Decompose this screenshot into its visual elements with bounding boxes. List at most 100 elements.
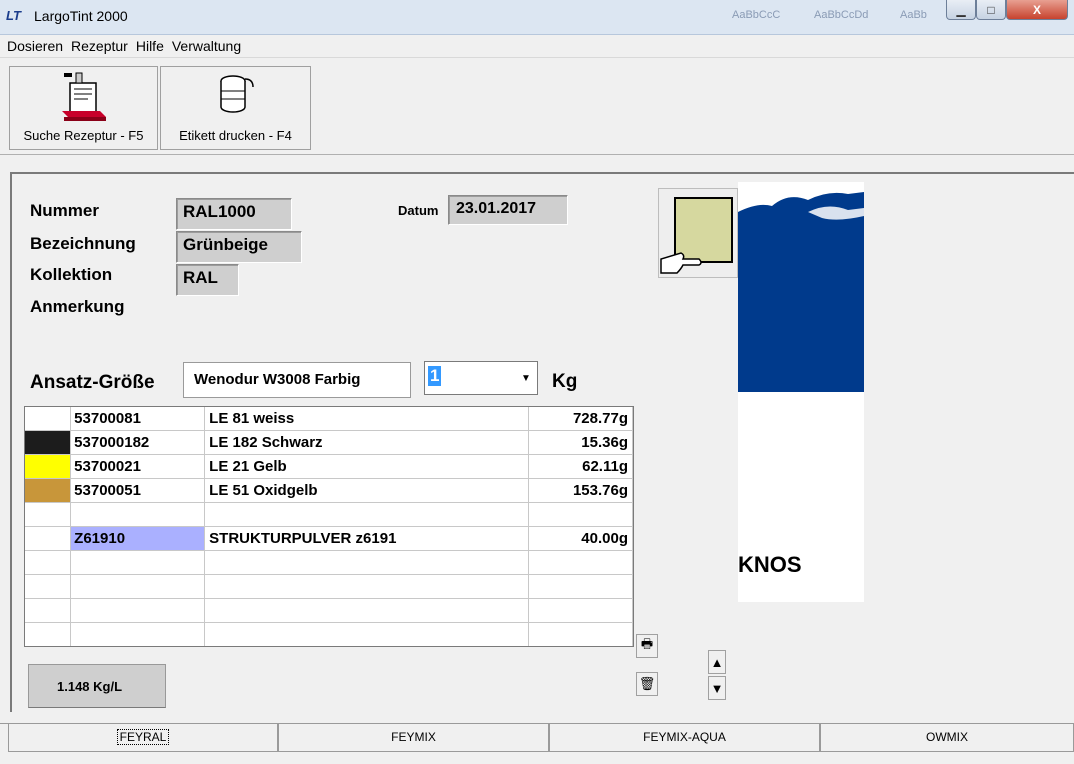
table-row[interactable] [25,574,633,599]
kollektion-value: RAL [176,264,239,296]
datum-value: 23.01.2017 [448,195,568,225]
toolbar-separator [0,154,1074,155]
tab-owmix[interactable]: OWMIX [820,724,1074,752]
menu-verwaltung[interactable]: Verwaltung [168,35,245,57]
ingredient-grid: 53700081 LE 81 weiss 728.77g 537000182 LE 18… [25,407,633,646]
colorant-swatch [25,478,72,503]
colorant-name: LE 51 Oxidgelb [204,478,529,503]
brand-logo-panel: KNOS [738,182,864,602]
color-swatch [660,197,733,274]
tab-bar: FEYRAL FEYMIX FEYMIX-AQUA OWMIX [0,724,1074,754]
tab-feyral[interactable]: FEYRAL [8,724,278,752]
menu-rezeptur[interactable]: Rezeptur [67,35,132,57]
ansatz-size-label: Ansatz-Größe [30,372,155,393]
colorant-name [204,550,529,575]
tab-feymix-aqua[interactable]: FEYMIX-AQUA [549,724,820,752]
colorant-amount: 728.77g [528,407,633,431]
menu-dosieren[interactable]: Dosieren [0,35,67,57]
table-row[interactable]: 53700021 LE 21 Gelb 62.11g [25,454,633,479]
table-row[interactable] [25,550,633,575]
print-icon[interactable]: 🖶 [636,634,658,658]
colorant-amount: 15.36g [528,430,633,455]
colorant-name: LE 21 Gelb [204,454,529,479]
toolbar: Suche Rezeptur - F5 Etikett drucken - F4 [0,58,1074,152]
table-row[interactable] [25,622,633,646]
minimize-button[interactable]: ▁ [946,0,976,20]
colorant-code [70,622,206,646]
close-button[interactable]: X [1006,0,1068,20]
ingredient-table: 53700081 LE 81 weiss 728.77g 537000182 LE 18… [24,406,634,647]
table-row[interactable]: 53700051 LE 51 Oxidgelb 153.76g [25,478,633,503]
logo-wave-graphic [738,182,864,220]
table-row[interactable] [25,502,633,527]
table-row[interactable] [25,598,633,623]
colorant-swatch [25,598,72,623]
title-bar: LT LargoTint 2000 AaBbCcC AaBbCcDd AaBb … [0,0,1074,35]
colorant-name: LE 182 Schwarz [204,430,529,455]
table-row[interactable]: Z61910 STRUKTURPULVER z6191 40.00g [25,526,633,551]
density-button[interactable]: 1.148 Kg/L [28,664,166,708]
colorant-amount [528,550,633,575]
quantity-select[interactable]: 1 ▼ [424,361,538,395]
print-label-button[interactable]: Etikett drucken - F4 [160,66,311,150]
search-recipe-button[interactable]: Suche Rezeptur - F5 [9,66,158,150]
scroll-up-button[interactable]: ▲ [708,650,726,674]
colorant-swatch [25,622,72,646]
search-recipe-label: Suche Rezeptur - F5 [23,128,144,143]
colorant-amount [528,574,633,599]
unit-label: Kg [552,371,578,392]
ansatz-product-button[interactable]: Wenodur W3008 Farbig [183,362,411,398]
nummer-value: RAL1000 [176,198,292,230]
maximize-button[interactable]: □ [976,0,1006,20]
app-logo: LT [6,8,21,23]
nummer-label: Nummer [30,201,99,220]
menu-hilfe[interactable]: Hilfe [132,35,168,57]
datum-label: Datum [398,203,439,218]
table-row[interactable]: 537000182 LE 182 Schwarz 15.36g [25,430,633,455]
bezeichnung-label: Bezeichnung [30,234,136,253]
colorant-code [70,550,206,575]
brand-logo-text: KNOS [738,552,802,577]
trash-icon[interactable]: 🗑 [636,672,658,696]
logo-blue-block [738,182,864,392]
table-row[interactable]: 53700081 LE 81 weiss 728.77g [25,407,633,431]
print-label-label: Etikett drucken - F4 [179,128,292,143]
window-title: LargoTint 2000 [34,8,128,24]
colorant-swatch [25,454,72,479]
anmerkung-label: Anmerkung [30,297,125,316]
colorant-name [204,574,529,599]
bezeichnung-value: Grünbeige [176,231,302,263]
colorant-code: Z61910 [70,526,206,551]
colorant-name: LE 81 weiss [204,407,529,431]
colorant-name [204,502,529,527]
recipe-search-icon [61,72,106,121]
kollektion-label: Kollektion [30,265,113,284]
menu-bar: Dosieren Rezeptur Hilfe Verwaltung [0,35,1074,58]
colorant-name [204,598,529,623]
colorant-swatch [25,502,72,527]
colorant-code [70,574,206,599]
background-style-preview-1: AaBbCcC [732,9,781,21]
label-roll-icon [219,75,254,113]
colorant-swatch [25,550,72,575]
colorant-swatch [25,430,72,455]
colorant-code: 537000182 [70,430,206,455]
tab-feymix[interactable]: FEYMIX [278,724,549,752]
colorant-code: 53700081 [70,407,206,431]
chevron-down-icon[interactable]: ▼ [516,363,536,393]
background-style-preview-3: AaBb [900,9,927,21]
colorant-swatch [25,574,72,599]
tab-feymix-aqua-label: FEYMIX-AQUA [643,730,726,744]
tab-owmix-label: OWMIX [926,730,968,744]
color-swatch-frame[interactable] [658,188,738,278]
colorant-amount [528,622,633,646]
colorant-amount: 62.11g [528,454,633,479]
colorant-swatch [25,407,72,431]
tab-feyral-label: FEYRAL [116,729,170,745]
colorant-amount: 153.76g [528,478,633,503]
colorant-code [70,502,206,527]
colorant-amount [528,502,633,527]
scroll-down-button[interactable]: ▼ [708,676,726,700]
colorant-code: 53700051 [70,478,206,503]
colorant-name [204,622,529,646]
